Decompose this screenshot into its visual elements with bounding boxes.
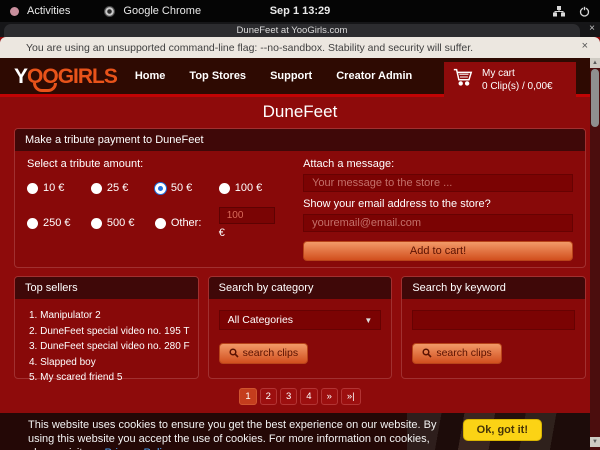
page-button-1[interactable]: 1 (239, 388, 256, 405)
site-header: YOOGIRLS Home Top Stores Support Creator… (0, 58, 600, 94)
search-keyword-panel: Search by keyword search clips (401, 276, 586, 379)
amount-option-25[interactable]: 25 € (91, 182, 155, 194)
add-to-cart-button[interactable]: Add to cart! (303, 241, 573, 261)
search-icon (422, 348, 432, 358)
top-seller-item[interactable]: 4. Slapped boy (29, 355, 190, 371)
amount-option-250[interactable]: 250 € (27, 217, 91, 229)
pagination: 1 2 3 4 » »| (0, 388, 600, 405)
page-title: DuneFeet (0, 102, 600, 122)
warning-message: You are using an unsupported command-lin… (26, 42, 473, 54)
browser-tab[interactable]: DuneFeet at YooGirls.com (4, 24, 580, 37)
amount-option-other[interactable]: Other: (155, 217, 219, 229)
search-button-label: search clips (436, 347, 491, 359)
system-tray-icon[interactable] (553, 6, 565, 17)
logo-text-girls: GIRLS (58, 65, 117, 88)
amount-option-100[interactable]: 100 € (219, 182, 289, 194)
amount-option-label: Other: (171, 217, 202, 229)
message-input[interactable] (303, 174, 573, 192)
search-category-panel: Search by category All Categories ▼ sear… (208, 276, 393, 379)
page-button-2[interactable]: 2 (260, 388, 277, 405)
amount-option-label: 250 € (43, 217, 71, 229)
system-top-bar: Activities Google Chrome Sep 1 13:29 (0, 0, 600, 22)
search-button-label: search clips (243, 347, 298, 359)
tribute-panel: Make a tribute payment to DuneFeet Selec… (14, 128, 586, 268)
other-amount-input[interactable] (219, 207, 275, 224)
nav-item-home[interactable]: Home (135, 70, 166, 82)
amount-option-label: 500 € (107, 217, 135, 229)
top-sellers-panel: Top sellers 1. Manipulator 2 2. DuneFeet… (14, 276, 199, 379)
screen: Activities Google Chrome Sep 1 13:29 Dun… (0, 0, 600, 450)
message-label: Attach a message: (303, 158, 573, 170)
amount-option-50[interactable]: 50 € (155, 182, 219, 194)
system-clock[interactable]: Sep 1 13:29 (0, 5, 600, 17)
browser-warning-bar: You are using an unsupported command-lin… (0, 37, 600, 58)
radio-icon[interactable] (219, 183, 230, 194)
cookie-text: This website uses cookies to ensure you … (28, 419, 436, 450)
logo-text-y: Y (14, 65, 27, 88)
nav-item-creator-admin[interactable]: Creator Admin (336, 70, 412, 82)
cookie-message: This website uses cookies to ensure you … (28, 418, 448, 450)
amount-option-label: 10 € (43, 182, 64, 194)
amount-option-label: 100 € (235, 182, 263, 194)
nav-item-top-stores[interactable]: Top Stores (189, 70, 246, 82)
category-select[interactable]: All Categories ▼ (219, 310, 382, 330)
tribute-amount-options: 10 € 25 € 50 € 100 € 250 € 500 € Other: … (27, 182, 289, 239)
amount-option-10[interactable]: 10 € (27, 182, 91, 194)
tab-title: DuneFeet at YooGirls.com (237, 25, 348, 36)
nav-item-support[interactable]: Support (270, 70, 312, 82)
top-seller-item[interactable]: 5. My scared friend 5 (29, 370, 190, 386)
search-keyword-button[interactable]: search clips (412, 343, 501, 364)
radio-icon[interactable] (155, 218, 166, 229)
page-button-3[interactable]: 3 (280, 388, 297, 405)
amount-option-label: 25 € (107, 182, 128, 194)
top-seller-item[interactable]: 3. DuneFeet special video no. 280 F (29, 339, 190, 355)
logo-smile-icon (33, 83, 57, 92)
power-icon[interactable] (579, 6, 590, 17)
page-button-next[interactable]: » (321, 388, 338, 405)
tab-close-icon[interactable]: × (589, 23, 595, 34)
top-seller-item[interactable]: 1. Manipulator 2 (29, 308, 190, 324)
email-label: Show your email address to the store? (303, 198, 573, 210)
tribute-amount-label: Select a tribute amount: (27, 158, 289, 170)
radio-icon[interactable] (27, 218, 38, 229)
cookie-accept-button[interactable]: Ok, got it! (463, 419, 542, 441)
radio-icon[interactable] (155, 183, 166, 194)
tribute-panel-title: Make a tribute payment to DuneFeet (15, 129, 585, 151)
cart-summary: 0 Clip(s) / 0,00€ (482, 80, 553, 93)
cookie-consent-bar: This website uses cookies to ensure you … (0, 413, 600, 450)
radio-icon[interactable] (91, 183, 102, 194)
search-keyword-title: Search by keyword (402, 277, 585, 299)
page-button-4[interactable]: 4 (300, 388, 317, 405)
chevron-down-icon: ▼ (364, 316, 372, 325)
search-category-title: Search by category (209, 277, 392, 299)
category-select-value: All Categories (228, 314, 293, 326)
page-button-last[interactable]: »| (341, 388, 361, 405)
scroll-up-icon[interactable]: ▲ (590, 58, 600, 68)
amount-option-500[interactable]: 500 € (91, 217, 155, 229)
currency-label: € (219, 227, 289, 239)
scrollbar-thumb[interactable] (591, 69, 599, 127)
cart-title: My cart (482, 67, 553, 80)
search-category-button[interactable]: search clips (219, 343, 308, 364)
scroll-down-icon[interactable]: ▼ (590, 437, 600, 447)
search-icon (229, 348, 239, 358)
main-nav: Home Top Stores Support Creator Admin (135, 70, 412, 82)
warning-close-icon[interactable]: × (582, 40, 588, 52)
email-input[interactable] (303, 214, 573, 232)
site-logo[interactable]: YOOGIRLS (14, 66, 117, 87)
top-sellers-title: Top sellers (15, 277, 198, 299)
radio-icon[interactable] (91, 218, 102, 229)
amount-option-label: 50 € (171, 182, 192, 194)
scrollbar[interactable]: ▲ ▼ (590, 58, 600, 450)
cart-widget[interactable]: My cart 0 Clip(s) / 0,00€ (444, 62, 576, 97)
radio-icon[interactable] (27, 183, 38, 194)
browser-tab-strip: DuneFeet at YooGirls.com × (0, 22, 600, 37)
top-seller-item[interactable]: 2. DuneFeet special video no. 195 T (29, 324, 190, 340)
keyword-input[interactable] (412, 310, 575, 330)
cart-icon (452, 66, 474, 93)
